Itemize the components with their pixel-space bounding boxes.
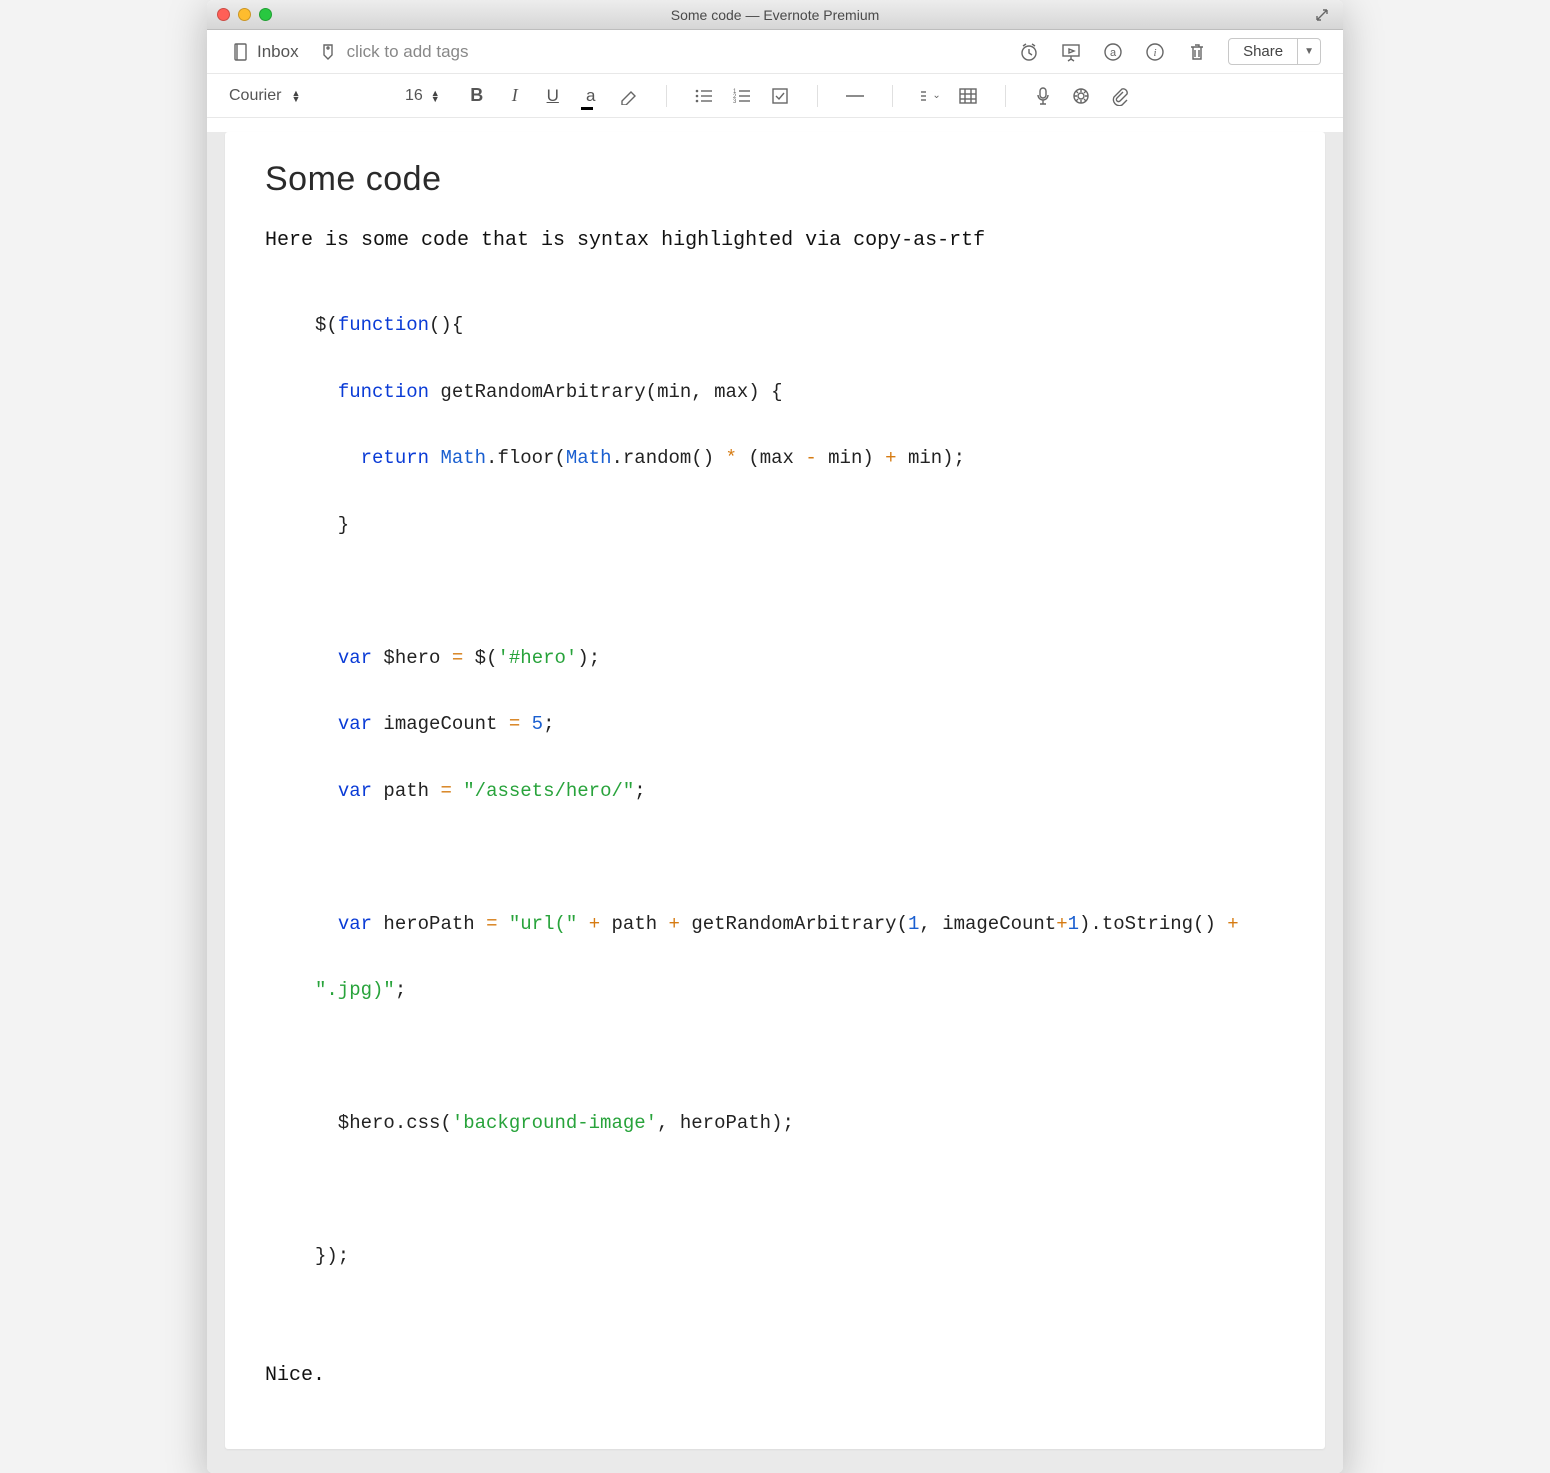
tag-icon xyxy=(317,41,339,63)
table-button[interactable] xyxy=(957,85,979,107)
zoom-window-button[interactable] xyxy=(259,8,272,21)
note-body[interactable]: Some code Here is some code that is synt… xyxy=(225,132,1325,1449)
stepper-icon: ▲▼ xyxy=(431,90,440,102)
tags-field[interactable]: click to add tags xyxy=(317,41,469,63)
code-line: return Math.floor(Math.random() * (max -… xyxy=(315,442,1285,475)
code-line: } xyxy=(315,509,1285,542)
share-button[interactable]: Share xyxy=(1228,38,1298,65)
italic-button[interactable]: I xyxy=(504,85,526,107)
outro-text: Nice. xyxy=(265,1362,1285,1389)
code-line xyxy=(315,1041,1285,1074)
info-icon[interactable]: i xyxy=(1144,41,1166,63)
separator xyxy=(892,85,893,107)
highlight-button[interactable] xyxy=(618,85,640,107)
code-line: $(function(){ xyxy=(315,309,1285,342)
resize-icon[interactable] xyxy=(1311,4,1333,26)
note-header-bar: Inbox click to add tags a i xyxy=(207,30,1343,74)
window-controls xyxy=(217,8,272,21)
titlebar: Some code — Evernote Premium xyxy=(207,0,1343,30)
code-line: $hero.css('background-image', heroPath); xyxy=(315,1107,1285,1140)
note-title[interactable]: Some code xyxy=(265,160,1285,199)
code-line xyxy=(315,841,1285,874)
trash-icon[interactable] xyxy=(1186,41,1208,63)
code-line: var heroPath = "url(" + path + getRandom… xyxy=(315,908,1285,941)
separator xyxy=(666,85,667,107)
code-line: var path = "/assets/hero/"; xyxy=(315,775,1285,808)
code-line: function getRandomArbitrary(min, max) { xyxy=(315,376,1285,409)
list-group: 123 xyxy=(693,85,791,107)
share-dropdown[interactable]: ▼ xyxy=(1298,38,1321,65)
code-line xyxy=(315,1174,1285,1207)
bold-button[interactable]: B xyxy=(466,85,488,107)
numbered-list-button[interactable]: 123 xyxy=(731,85,753,107)
code-line: var $hero = $('#hero'); xyxy=(315,642,1285,675)
stepper-icon: ▲▼ xyxy=(291,90,300,102)
presentation-icon[interactable] xyxy=(1060,41,1082,63)
tags-placeholder: click to add tags xyxy=(347,42,469,62)
code-line: ".jpg)"; xyxy=(315,974,1285,1007)
notebook-selector[interactable]: Inbox xyxy=(229,41,299,63)
notebook-icon xyxy=(229,41,251,63)
insert-group xyxy=(1032,85,1130,107)
share-control: Share ▼ xyxy=(1228,38,1321,65)
reminder-icon[interactable] xyxy=(1018,41,1040,63)
svg-text:i: i xyxy=(1154,47,1157,59)
horizontal-rule-button[interactable] xyxy=(844,85,866,107)
intro-text: Here is some code that is syntax highlig… xyxy=(265,227,1285,254)
text-style-group: B I U a xyxy=(466,85,640,107)
separator xyxy=(817,85,818,107)
window-title: Some code — Evernote Premium xyxy=(207,7,1343,23)
font-family-label: Courier xyxy=(229,87,281,105)
code-line xyxy=(315,575,1285,608)
code-block: $(function(){ function getRandomArbitrar… xyxy=(315,276,1285,1340)
notebook-label: Inbox xyxy=(257,42,299,62)
format-toolbar: Courier ▲▼ 16 ▲▼ B I U a 123 xyxy=(207,74,1343,118)
camera-icon[interactable] xyxy=(1070,85,1092,107)
font-size-select[interactable]: 16 ▲▼ xyxy=(405,87,440,105)
svg-text:a: a xyxy=(1110,47,1117,59)
note-canvas: Some code Here is some code that is synt… xyxy=(207,132,1343,1473)
annotate-icon[interactable]: a xyxy=(1102,41,1124,63)
font-size-label: 16 xyxy=(405,87,423,105)
app-window: Some code — Evernote Premium Inbox click… xyxy=(207,0,1343,1473)
text-color-button[interactable]: a xyxy=(580,85,602,107)
separator xyxy=(1005,85,1006,107)
svg-text:3: 3 xyxy=(733,99,737,104)
checkbox-button[interactable] xyxy=(769,85,791,107)
code-line: }); xyxy=(315,1240,1285,1273)
underline-button[interactable]: U xyxy=(542,85,564,107)
bullet-list-button[interactable] xyxy=(693,85,715,107)
alignment-button[interactable]: ⌄ xyxy=(919,85,941,107)
layout-group: ⌄ xyxy=(919,85,979,107)
microphone-icon[interactable] xyxy=(1032,85,1054,107)
minimize-window-button[interactable] xyxy=(238,8,251,21)
code-line: var imageCount = 5; xyxy=(315,708,1285,741)
close-window-button[interactable] xyxy=(217,8,230,21)
attachment-icon[interactable] xyxy=(1108,85,1130,107)
font-family-select[interactable]: Courier ▲▼ xyxy=(229,87,379,105)
header-actions: a i Share ▼ xyxy=(1018,38,1321,65)
